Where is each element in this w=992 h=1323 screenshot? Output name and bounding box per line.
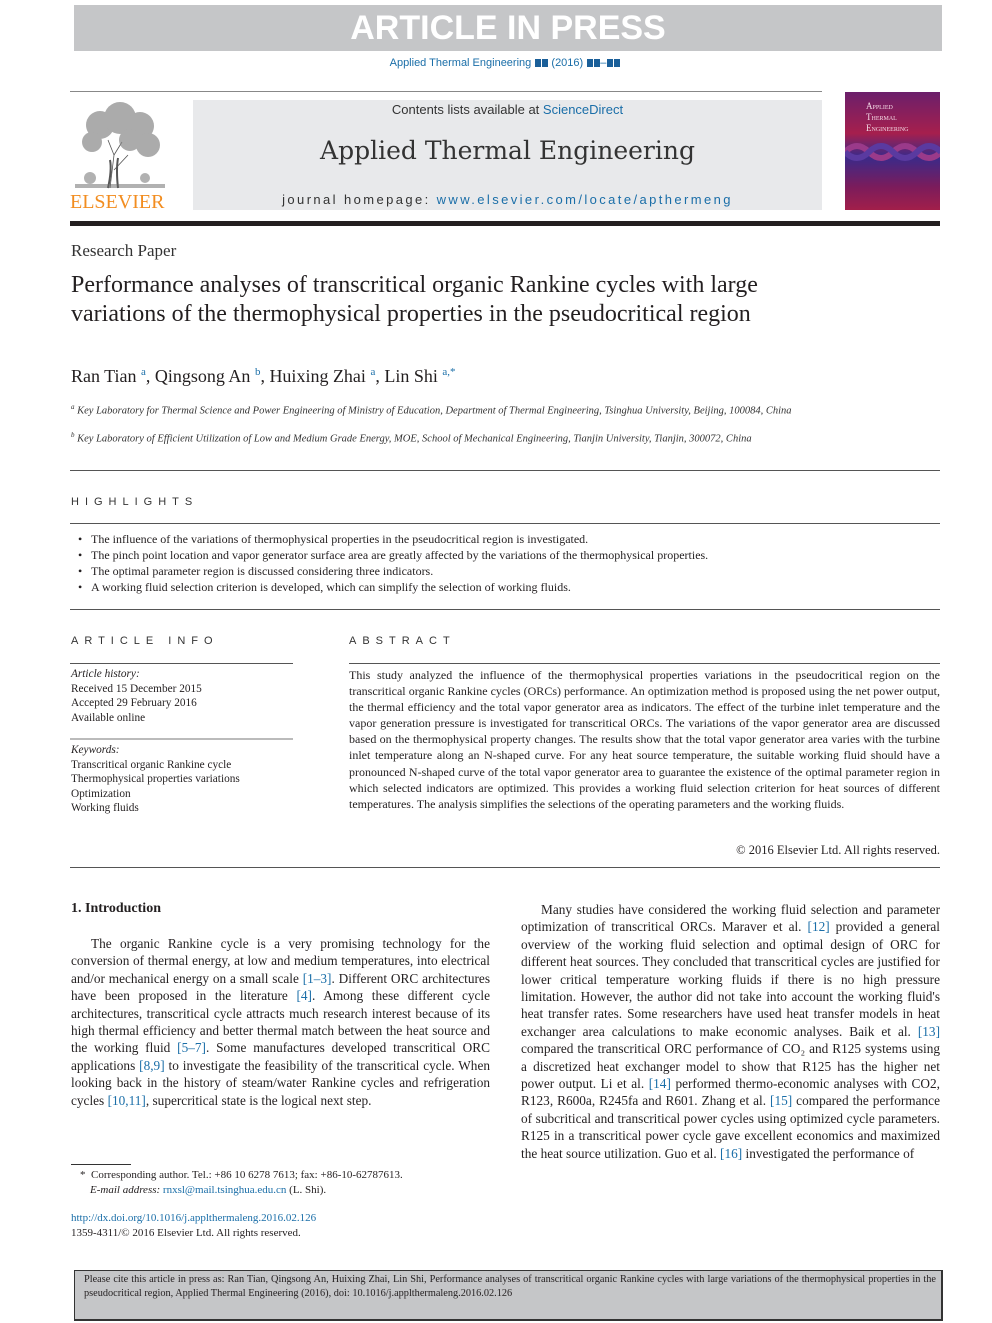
keyword: Working fluids — [71, 802, 139, 815]
corresponding-author-footnote: * Corresponding author. Tel.: +86 10 627… — [80, 1168, 500, 1198]
keywords: Keywords: Transcritical organic Rankine … — [71, 743, 293, 816]
history-online: Available online — [71, 711, 146, 724]
author-name: Lin Shi — [384, 366, 438, 386]
citation-link[interactable]: [5–7] — [177, 1040, 206, 1055]
author-sep: , — [145, 366, 155, 386]
citation-link[interactable]: [12] — [808, 919, 830, 934]
contents-prefix: Contents lists available at — [391, 102, 543, 117]
journal-title: Applied Thermal Engineering — [320, 136, 695, 165]
author-list: Ran Tian a, Qingsong An b, Huixing Zhai … — [71, 366, 455, 387]
placeholder-square-icon — [534, 58, 541, 67]
history-label: Article history: — [71, 668, 140, 680]
citation-link[interactable]: [1–3] — [303, 971, 332, 986]
cover-title-line: Thermal — [866, 112, 897, 122]
journal-ref-name[interactable]: Applied Thermal Engineering — [390, 57, 532, 69]
footnote-marker: * — [80, 1169, 86, 1181]
placeholder-square-icon — [606, 58, 613, 67]
placeholder-square-icon — [613, 58, 620, 67]
article-in-press-banner: ARTICLE IN PRESS — [74, 5, 942, 51]
citation-link[interactable]: [15] — [770, 1093, 792, 1108]
cover-title-line: Applied — [866, 101, 893, 111]
intro-paragraph-left: The organic Rankine cycle is a very prom… — [71, 935, 490, 1109]
article-title: Performance analyses of transcritical or… — [71, 272, 758, 327]
keywords-label: Keywords: — [71, 744, 120, 756]
email-link[interactable]: rnxsl@mail.tsinghua.edu.cn — [163, 1184, 286, 1196]
body-text: provided a general overview of the worki… — [521, 919, 940, 1039]
issn-line: 1359-4311/© 2016 Elsevier Ltd. All right… — [71, 1227, 301, 1239]
journal-ref-year: (2016) — [551, 57, 584, 69]
affiliation-text: Key Laboratory for Thermal Science and P… — [77, 405, 792, 417]
elsevier-wordmark: ELSEVIER — [70, 191, 165, 213]
contents-line: Contents lists available at ScienceDirec… — [193, 102, 822, 117]
divider — [70, 738, 293, 740]
citation-link[interactable]: [8,9] — [139, 1058, 164, 1073]
placeholder-square-icon — [541, 58, 548, 67]
affiliation-b: b Key Laboratory of Efficient Utilizatio… — [71, 428, 831, 447]
author-name: Ran Tian — [71, 366, 137, 386]
citation-link[interactable]: [16] — [720, 1146, 742, 1161]
divider — [70, 523, 940, 524]
doi-block: http://dx.doi.org/10.1016/j.applthermale… — [71, 1211, 316, 1241]
abstract-copyright: © 2016 Elsevier Ltd. All rights reserved… — [736, 843, 940, 857]
affiliation-text: Key Laboratory of Efficient Utilization … — [77, 433, 752, 445]
keyword: Optimization — [71, 787, 131, 800]
citation-link[interactable]: [4] — [296, 988, 312, 1003]
keyword: Thermophysical properties variations — [71, 773, 240, 786]
author-sep: , — [375, 366, 385, 386]
header-thick-rule — [70, 221, 940, 226]
footnote-text: Corresponding author. Tel.: +86 10 6278 … — [91, 1169, 403, 1181]
email-label: E-mail address: — [90, 1184, 163, 1196]
cover-title: Applied Thermal Engineering — [866, 101, 936, 134]
placeholder-square-icon — [593, 58, 600, 67]
journal-reference: Applied Thermal Engineering (2016) – — [0, 57, 992, 69]
homepage-link[interactable]: www.elsevier.com/locate/apthermeng — [437, 192, 733, 207]
article-info-heading: ARTICLE INFO — [71, 635, 219, 647]
history-accepted: Accepted 29 February 2016 — [71, 697, 197, 710]
divider — [70, 609, 940, 610]
article-history: Article history: Received 15 December 20… — [71, 667, 293, 725]
author-name: Huixing Zhai — [269, 366, 366, 386]
header-top-rule — [70, 91, 822, 92]
citation-link[interactable]: [10,11] — [108, 1093, 146, 1108]
intro-paragraph-right: Many studies have considered the working… — [521, 901, 940, 1162]
paper-type: Research Paper — [71, 241, 177, 260]
homepage-prefix: journal homepage: — [282, 192, 437, 207]
history-received: Received 15 December 2015 — [71, 682, 202, 695]
body-text: investigated the performance of — [742, 1145, 915, 1161]
citation-link[interactable]: [13] — [918, 1024, 940, 1039]
author-affil-link[interactable]: a,* — [442, 366, 455, 378]
cover-wave-pattern-icon — [845, 143, 940, 161]
divider — [70, 663, 293, 664]
highlight-item: The pinch point location and vapor gener… — [78, 547, 938, 563]
section-heading-introduction: 1. Introduction — [71, 901, 161, 916]
body-text: , supercritical state is the logical nex… — [145, 1092, 372, 1108]
affiliation-marker: b — [71, 431, 75, 439]
abstract-text: This study analyzed the influence of the… — [349, 668, 940, 811]
sciencedirect-link[interactable]: ScienceDirect — [543, 102, 623, 117]
divider — [70, 867, 940, 868]
divider — [70, 470, 940, 471]
highlights-list: The influence of the variations of therm… — [78, 531, 938, 595]
placeholder-square-icon — [586, 58, 593, 67]
cover-title-line: Engineering — [866, 123, 909, 133]
highlight-item: A working fluid selection criterion is d… — [78, 579, 938, 595]
citation-link[interactable]: [14] — [649, 1076, 671, 1091]
highlight-item: The influence of the variations of therm… — [78, 531, 938, 547]
highlight-item: The optimal parameter region is discusse… — [78, 563, 938, 579]
author-name: Qingsong An — [154, 366, 251, 386]
journal-homepage: journal homepage: www.elsevier.com/locat… — [193, 192, 822, 207]
keyword: Transcritical organic Rankine cycle — [71, 758, 232, 771]
abstract-heading: ABSTRACT — [349, 635, 456, 647]
divider — [349, 663, 940, 664]
affiliation-marker: a — [71, 403, 75, 411]
affiliation-a: a Key Laboratory for Thermal Science and… — [71, 400, 831, 419]
doi-link[interactable]: http://dx.doi.org/10.1016/j.applthermale… — [71, 1211, 316, 1226]
footnote-rule — [71, 1164, 131, 1165]
email-suffix: (L. Shi). — [286, 1184, 327, 1196]
highlights-heading: HIGHLIGHTS — [71, 496, 199, 508]
citation-text: Please cite this article in press as: Ra… — [84, 1274, 936, 1299]
